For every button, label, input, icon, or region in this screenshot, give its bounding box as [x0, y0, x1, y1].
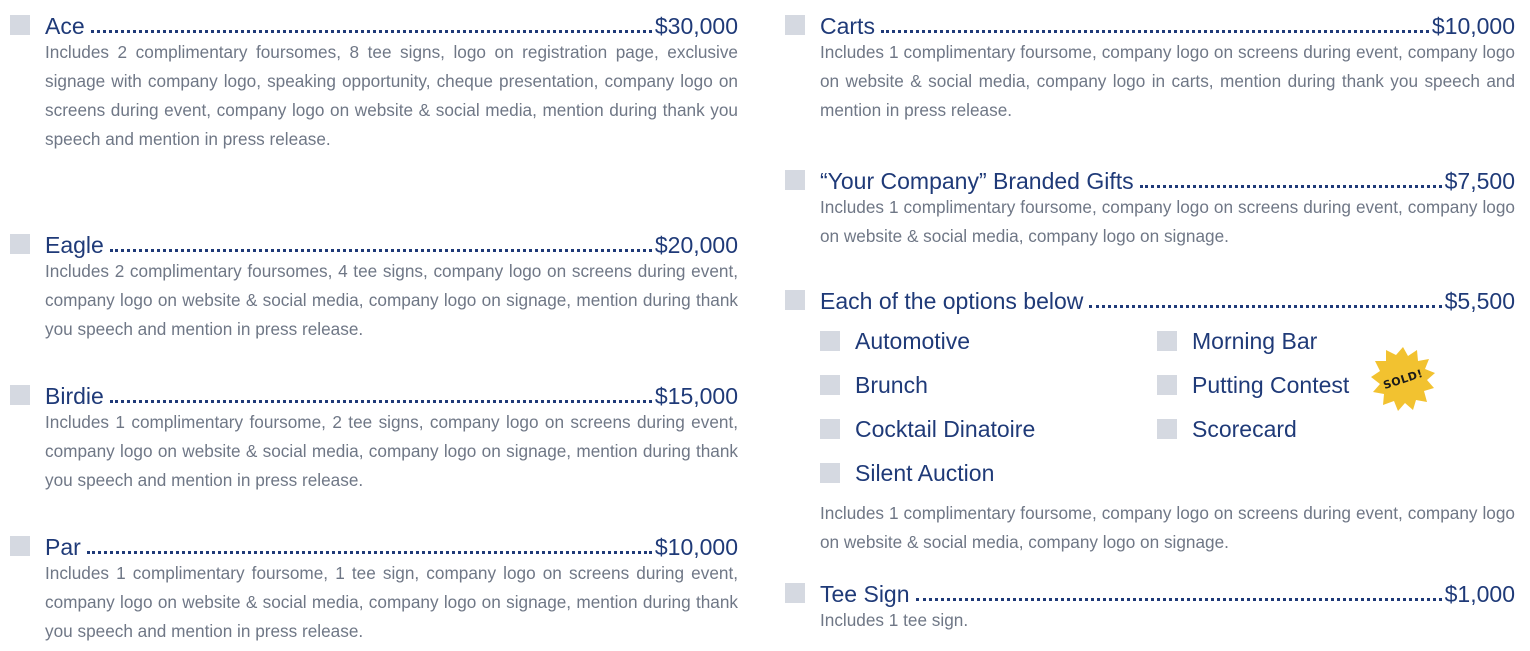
tier-heading: Tee Sign $1,000 [785, 568, 1515, 606]
option-label: Scorecard [1192, 415, 1297, 442]
tier-name: Par [45, 534, 81, 560]
checkbox[interactable] [785, 290, 805, 310]
tier-name: Ace [45, 13, 85, 39]
tier-branded-gifts: “Your Company” Branded Gifts $7,500 Incl… [785, 155, 1515, 251]
checkbox[interactable] [10, 15, 30, 35]
option-label: Putting Contest [1192, 371, 1350, 398]
options-grid: Automotive Morning Bar Brunch Putting Co… [820, 319, 1515, 495]
dot-leader [90, 29, 652, 33]
tier-description: Includes 2 complimentary foursomes, 8 te… [45, 42, 738, 149]
checkbox[interactable] [1157, 419, 1177, 439]
tier-heading: Eagle $20,000 [10, 219, 738, 257]
tier-description: Includes 1 tee sign. [820, 610, 969, 630]
tier-heading: Birdie $15,000 [10, 370, 738, 408]
checkbox[interactable] [820, 419, 840, 439]
tier-price: $1,000 [1444, 581, 1515, 607]
tier-description: Includes 1 complimentary foursome, 2 tee… [45, 412, 738, 490]
tier-tee-sign: Tee Sign $1,000 Includes 1 tee sign. [785, 568, 1515, 635]
option-cocktail-dinatoire[interactable]: Cocktail Dinatoire [820, 407, 1157, 451]
tier-heading: Each of the options below $5,500 [785, 275, 1515, 313]
sold-badge: SOLD! [1370, 346, 1436, 412]
tier-birdie: Birdie $15,000 Includes 1 complimentary … [10, 370, 738, 495]
checkbox[interactable] [820, 331, 840, 351]
checkbox[interactable] [785, 15, 805, 35]
tier-name: Each of the options below [820, 288, 1084, 314]
tier-options: Each of the options below $5,500 Automot… [785, 275, 1515, 557]
dot-leader [1089, 304, 1442, 308]
option-label: Brunch [855, 371, 928, 398]
tier-heading: “Your Company” Branded Gifts $7,500 [785, 155, 1515, 193]
tier-description: Includes 1 complimentary foursome, 1 tee… [45, 563, 738, 641]
tier-description: Includes 1 complimentary foursome, compa… [820, 503, 1515, 552]
sponsorship-page: Ace $30,000 Includes 2 complimentary fou… [0, 0, 1530, 651]
tier-price: $15,000 [654, 383, 738, 409]
tier-price: $5,500 [1444, 288, 1515, 314]
tier-price: $7,500 [1444, 168, 1515, 194]
checkbox[interactable] [820, 375, 840, 395]
checkbox[interactable] [10, 385, 30, 405]
dot-leader [1139, 184, 1442, 188]
option-label: Silent Auction [855, 459, 995, 486]
tier-heading: Ace $30,000 [10, 0, 738, 38]
tier-name: Eagle [45, 232, 104, 258]
dot-leader [86, 550, 652, 554]
tier-heading: Par $10,000 [10, 521, 738, 559]
option-automotive[interactable]: Automotive [820, 319, 1157, 363]
tier-ace: Ace $30,000 Includes 2 complimentary fou… [10, 0, 738, 154]
dot-leader [109, 248, 652, 252]
tier-name: Carts [820, 13, 875, 39]
tier-par: Par $10,000 Includes 1 complimentary fou… [10, 521, 738, 646]
tier-heading: Carts $10,000 [785, 0, 1515, 38]
option-scorecard[interactable]: Scorecard [1157, 407, 1457, 451]
checkbox[interactable] [1157, 331, 1177, 351]
tier-name: Birdie [45, 383, 104, 409]
tier-name: Tee Sign [820, 581, 910, 607]
tier-carts: Carts $10,000 Includes 1 complimentary f… [785, 0, 1515, 125]
tier-description: Includes 2 complimentary foursomes, 4 te… [45, 261, 738, 339]
option-silent-auction[interactable]: Silent Auction [820, 451, 1157, 495]
checkbox[interactable] [1157, 375, 1177, 395]
checkbox[interactable] [10, 234, 30, 254]
option-brunch[interactable]: Brunch [820, 363, 1157, 407]
tier-price: $10,000 [654, 534, 738, 560]
checkbox[interactable] [785, 583, 805, 603]
tier-name: “Your Company” Branded Gifts [820, 168, 1134, 194]
option-label: Morning Bar [1192, 327, 1318, 354]
option-putting-contest[interactable]: Putting Contest SOLD! [1157, 347, 1457, 411]
tier-price: $30,000 [654, 13, 738, 39]
dot-leader [880, 29, 1429, 33]
tier-description: Includes 1 complimentary foursome, compa… [820, 197, 1515, 246]
option-label: Automotive [855, 327, 971, 354]
tier-description: Includes 1 complimentary foursome, compa… [820, 42, 1515, 120]
tier-price: $20,000 [654, 232, 738, 258]
tier-eagle: Eagle $20,000 Includes 2 complimentary f… [10, 219, 738, 344]
checkbox[interactable] [10, 536, 30, 556]
checkbox[interactable] [785, 170, 805, 190]
option-label: Cocktail Dinatoire [855, 415, 1036, 442]
tier-price: $10,000 [1431, 13, 1515, 39]
dot-leader [109, 399, 652, 403]
checkbox[interactable] [820, 463, 840, 483]
dot-leader [915, 597, 1442, 601]
